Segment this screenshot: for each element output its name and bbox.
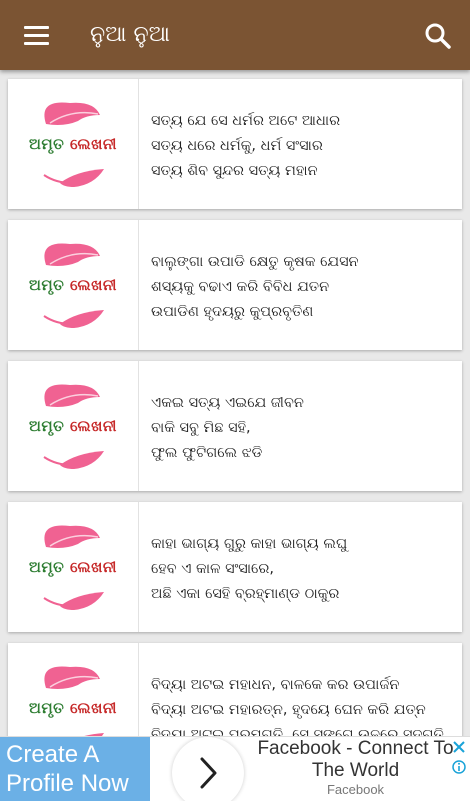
post-line: ଫୁଲ ଫୁଟିଗଲେ ଝଡି [151, 445, 263, 461]
post-line: ବାଲୁଙ୍ଗା ଉପାଡି କ୍ଷେତୁ କୃଷକ ଯେସନ [151, 254, 359, 270]
post-line: ବିଦ୍ୟା ଅଟଇ ମହାରତ୍ନ, ହୃଦୟେ ଘେନ କରି ଯତ୍ନ [151, 702, 426, 718]
ad-creative-line: Create A [6, 741, 100, 768]
post-thumbnail: ଅମୃତ ଲେଖନୀ [8, 361, 139, 491]
post-text: ବାଲୁଙ୍ଗା ଉପାଡି କ୍ଷେତୁ କୃଷକ ଯେସନ ଶସ୍ୟକୁ ବ… [151, 250, 452, 325]
post-card[interactable]: ଅମୃତ ଲେଖନୀ ଏକଇ ସତ୍ୟ ଏଇଯେ ଜୀବନ ବାକି ସବୁ ମ… [8, 361, 462, 491]
ad-banner[interactable]: Create A Profile Now Facebook - Connect … [0, 736, 470, 801]
post-line: ହେବ ଏ କାଳ ସଂସାରେ, [151, 561, 274, 577]
ad-source: Facebook [326, 782, 385, 797]
post-thumbnail: ଅମୃତ ଲେଖନୀ [8, 79, 139, 209]
post-text: ଏକଇ ସତ୍ୟ ଏଇଯେ ଜୀବନ ବାକି ସବୁ ମିଛ ସହି, ଫୁଲ… [151, 391, 452, 466]
post-line: ବାକି ସବୁ ମିଛ ସହି, [151, 420, 251, 436]
post-text: ସତ୍ୟ ଯେ ସେ ଧର୍ମର ଅଟେ ଆଧାର ସତ୍ୟ ଧରେ ଧର୍ମକ… [151, 109, 452, 184]
post-line: କାହା ଭାଗ୍ୟ ଗୁରୁ କାହା ଭାଗ୍ୟ ଲଘୁ [151, 536, 348, 552]
search-icon[interactable] [420, 18, 456, 54]
logo-wordmark: ଅମୃତ ଲେଖନୀ [29, 558, 117, 576]
info-icon[interactable] [452, 759, 466, 774]
post-list: ଅମୃତ ଲେଖନୀ ସତ୍ୟ ଯେ ସେ ଧର୍ମର ଅଟେ ଆଧାର ସତ୍… [0, 70, 470, 736]
post-line: ସତ୍ୟ ଧରେ ଧର୍ମକୁ, ଧର୍ମ ସଂସାର [151, 138, 323, 154]
post-line: ସତ୍ୟ ଯେ ସେ ଧର୍ମର ଅଟେ ଆଧାର [151, 113, 341, 129]
post-line: ଉପାଡିଣ ହୃଦୟରୁ କୁପ୍ରବୃତିଣ [151, 304, 314, 320]
post-line: ଶସ୍ୟକୁ ବଢାଏ କରି ବିବିଧ ଯତନ [151, 279, 330, 295]
logo-wordmark: ଅମୃତ ଲେଖନୀ [29, 135, 117, 153]
post-thumbnail: ଅମୃତ ଲେଖନୀ [8, 502, 139, 632]
post-card[interactable]: ଅମୃତ ଲେଖନୀ କାହା ଭାଗ୍ୟ ଗୁରୁ କାହା ଭାଗ୍ୟ ଲଘ… [8, 502, 462, 632]
post-line: ବିଦ୍ୟା ଅଟଇ ପରମଗତି, ସେ ସଙ୍ଗେ ଉଚ୍ଚରେ ସଦ୍ଗତ… [151, 727, 444, 736]
app-bar: ନୁଆ ନୁଆ [0, 0, 470, 70]
logo-wordmark: ଅମୃତ ଲେଖନୀ [29, 417, 117, 435]
post-thumbnail: ଅମୃତ ଲେଖନୀ [8, 643, 139, 736]
feather-logo-icon [44, 666, 104, 736]
ad-title[interactable]: Facebook - Connect To [248, 738, 463, 760]
post-text: ବିଦ୍ୟା ଅଟଇ ମହାଧନ, ବାଳକେ କର ଉପାର୍ଜନ ବିଦ୍ୟ… [151, 673, 452, 736]
post-line: ଏକଇ ସତ୍ୟ ଏଇଯେ ଜୀବନ [151, 395, 304, 411]
ad-creative-line: Profile Now [6, 770, 129, 797]
post-line: ସତ୍ୟ ଶିବ ସୁନ୍ଦର ସତ୍ୟ ମହାନ [151, 163, 318, 179]
ad-creative[interactable]: Create A Profile Now [0, 737, 150, 801]
post-line: ବିଦ୍ୟା ଅଟଇ ମହାଧନ, ବାଳକେ କର ଉପାର୍ଜନ [151, 677, 400, 693]
chevron-right-icon[interactable] [172, 737, 244, 801]
post-card[interactable]: ଅମୃତ ଲେଖନୀ ବାଲୁଙ୍ଗା ଉପାଡି କ୍ଷେତୁ କୃଷକ ଯେ… [8, 220, 462, 350]
post-line: ଅଛି ଏକା ସେହି ବ୍ରହ୍ମାଣ୍ଡ ଠାକୁର [151, 586, 340, 602]
logo-wordmark: ଅମୃତ ଲେଖନୀ [29, 699, 117, 717]
hamburger-menu-icon[interactable] [14, 17, 58, 53]
post-thumbnail: ଅମୃତ ଲେଖନୀ [8, 220, 139, 350]
ad-title[interactable]: The World [248, 760, 463, 782]
post-card[interactable]: ଅମୃତ ଲେଖନୀ ବିଦ୍ୟା ଅଟଇ ମହାଧନ, ବାଳକେ କର ଉପ… [8, 643, 462, 736]
logo-wordmark: ଅମୃତ ଲେଖନୀ [29, 276, 117, 294]
post-card[interactable]: ଅମୃତ ଲେଖନୀ ସତ୍ୟ ଯେ ସେ ଧର୍ମର ଅଟେ ଆଧାର ସତ୍… [8, 79, 462, 209]
post-text: କାହା ଭାଗ୍ୟ ଗୁରୁ କାହା ଭାଗ୍ୟ ଲଘୁ ହେବ ଏ କାଳ… [151, 532, 452, 607]
close-icon[interactable] [452, 739, 466, 753]
page-title: ନୁଆ ନୁଆ [90, 22, 170, 47]
